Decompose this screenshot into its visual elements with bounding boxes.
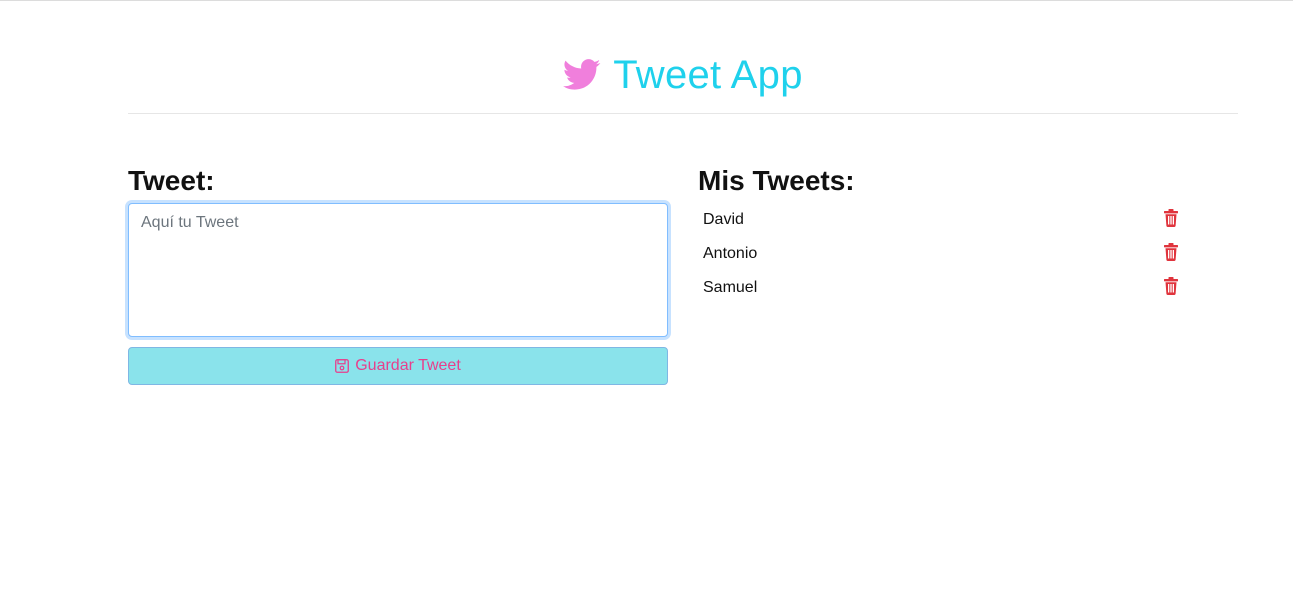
floppy-disk-icon xyxy=(335,359,350,373)
tweet-list: David Antonio Samuel xyxy=(698,203,1238,305)
twitter-bird-icon xyxy=(563,59,601,90)
tweet-item: Antonio xyxy=(698,237,1238,271)
tweets-heading: Mis Tweets: xyxy=(698,165,855,196)
save-tweet-button[interactable]: Guardar Tweet xyxy=(128,347,668,385)
app-title: Tweet App xyxy=(613,53,803,97)
page-header: Tweet App xyxy=(128,50,1238,114)
trash-icon[interactable] xyxy=(1163,209,1179,227)
composer-section: Tweet: Guardar Tweet xyxy=(128,164,668,385)
composer-heading: Tweet: xyxy=(128,165,215,196)
top-border xyxy=(0,0,1293,1)
save-button-label: Guardar Tweet xyxy=(355,357,461,374)
tweet-item: Samuel xyxy=(698,271,1238,305)
tweet-text: Antonio xyxy=(703,245,758,262)
trash-icon[interactable] xyxy=(1163,277,1179,295)
brand: Tweet App xyxy=(563,50,803,100)
tweet-text: David xyxy=(703,211,744,228)
tweet-text: Samuel xyxy=(703,279,758,296)
trash-icon[interactable] xyxy=(1163,243,1179,261)
tweet-item: David xyxy=(698,203,1238,237)
tweet-textarea[interactable] xyxy=(128,203,668,337)
tweets-section: Mis Tweets: David Antonio Samuel xyxy=(698,164,1238,296)
